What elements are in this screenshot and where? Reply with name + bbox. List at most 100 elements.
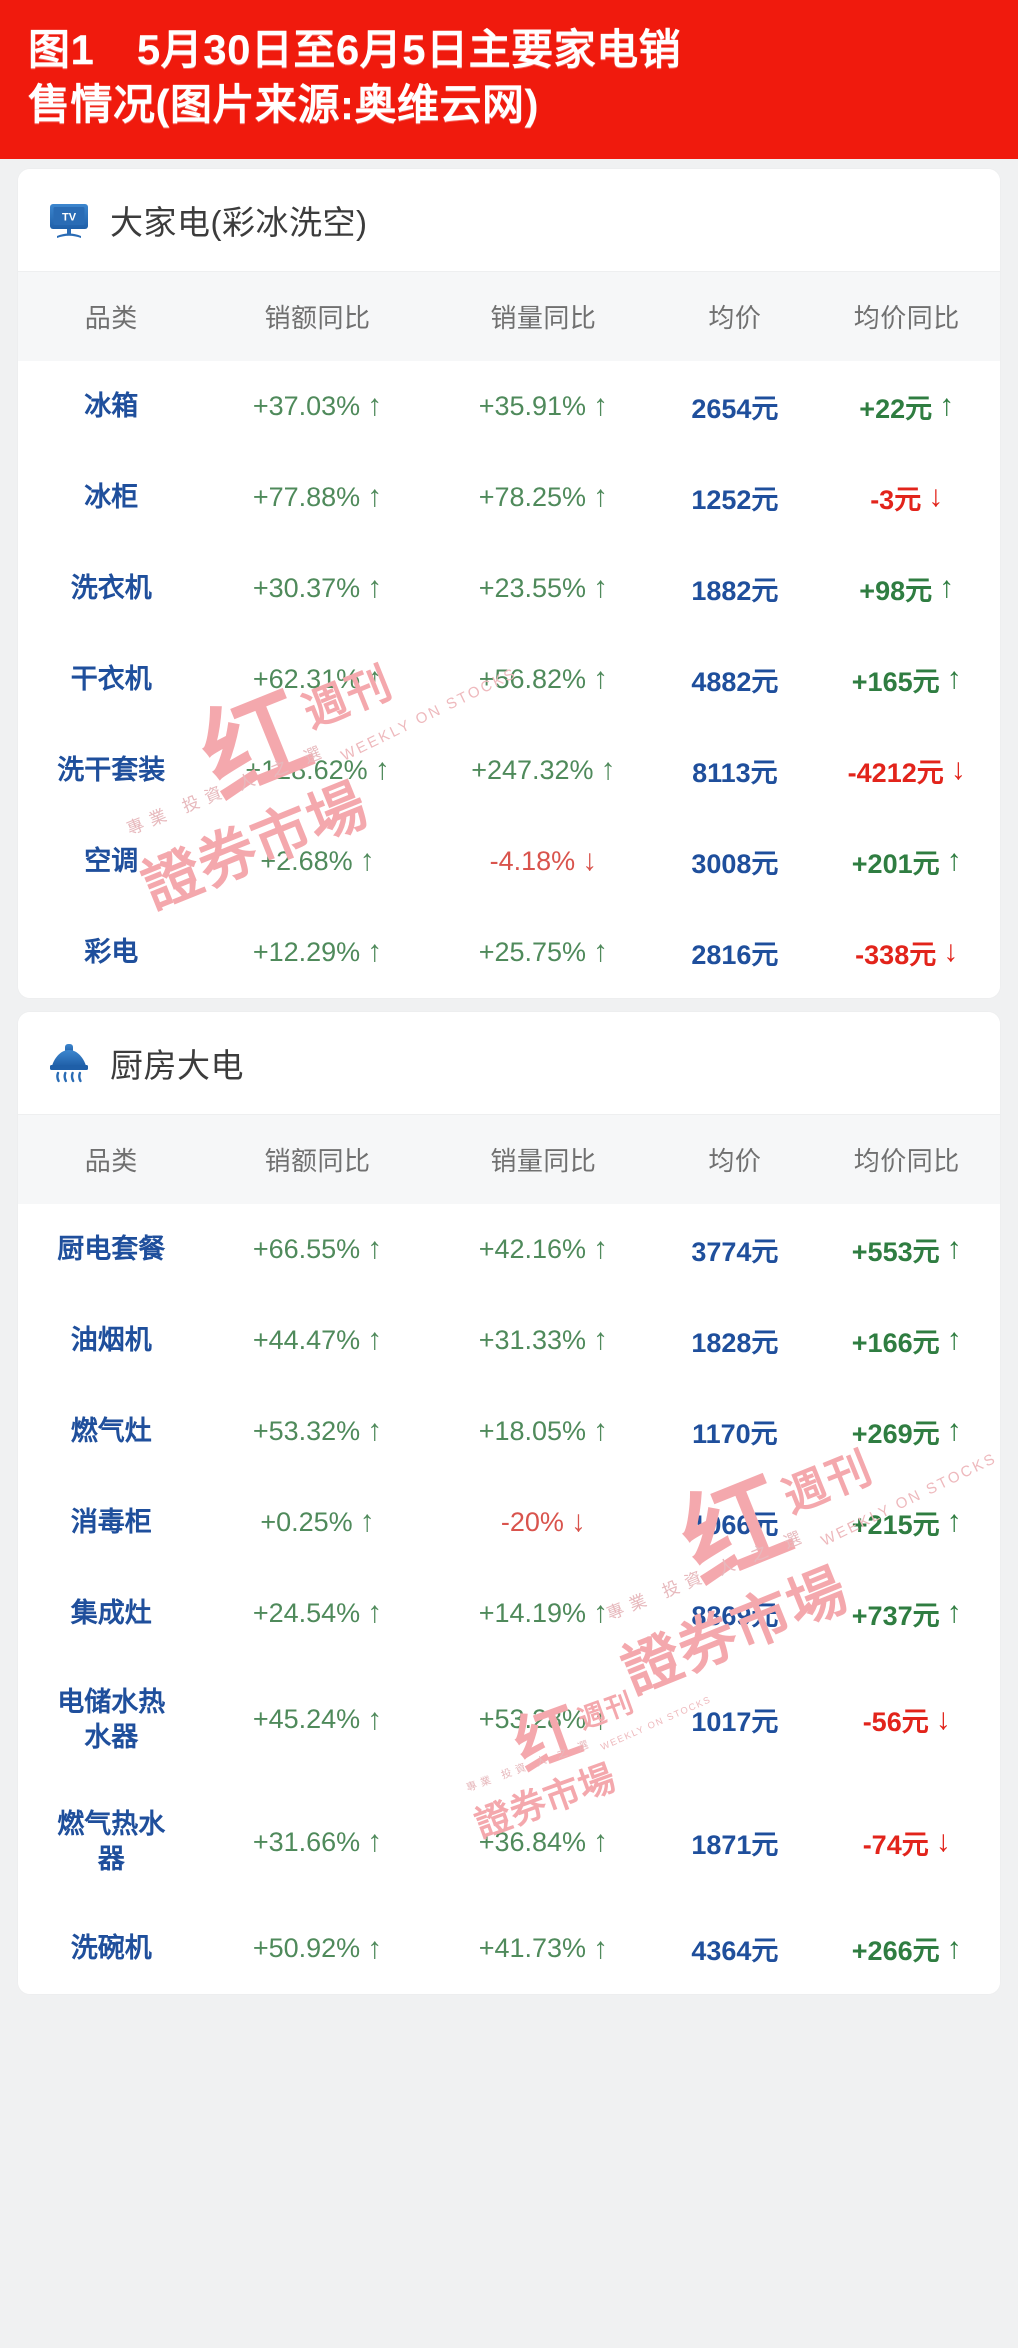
table-row[interactable]: 消毒柜 +0.25% ↑ -20% ↓ 1066元 +215元 ↑ — [18, 1476, 1000, 1568]
arrow-up-icon: ↑ — [946, 1414, 962, 1448]
column-header-avg-price[interactable]: 均价 — [656, 272, 813, 361]
table-row[interactable]: 油烟机 +44.47% ↑ +31.33% ↑ 1828元 +166元 ↑ — [18, 1294, 1000, 1386]
cell-avg-price-yoy: +22元 ↑ — [813, 361, 1000, 452]
cell-avg-price-yoy: +737元 ↑ — [813, 1568, 1000, 1659]
cell-avg-price: 3008元 — [691, 848, 779, 879]
cell-sales-yoy: +66.55% ↑ — [205, 1204, 431, 1295]
arrow-up-icon: ↑ — [359, 1505, 375, 1539]
column-header-sales-yoy[interactable]: 销额同比 — [205, 1115, 431, 1204]
volume-yoy-value: -4.18% — [489, 845, 576, 876]
sales-yoy-value: +77.88% — [252, 481, 361, 512]
range-hood-icon — [44, 1038, 94, 1088]
arrow-down-icon: ↓ — [943, 935, 959, 969]
sales-yoy-value: +12.29% — [252, 936, 361, 967]
table-row[interactable]: 洗干套装 +128.62% ↑ +247.32% ↑ 8113元 -4212元 ↓ — [18, 724, 1000, 816]
column-header-volume-yoy[interactable]: 销量同比 — [430, 272, 656, 361]
table-row[interactable]: 燃气灶 +53.32% ↑ +18.05% ↑ 1170元 +269元 ↑ — [18, 1385, 1000, 1477]
cell-avg-price: 1066元 — [691, 1509, 779, 1540]
arrow-up-icon: ↑ — [374, 753, 390, 787]
avg-price-yoy-value: -56元 — [862, 1707, 929, 1738]
cell-volume-yoy: +53.28% ↑ — [430, 1659, 656, 1781]
arrow-up-icon: ↑ — [593, 1414, 609, 1448]
cell-category: 厨电套餐 — [57, 1233, 166, 1264]
table-row[interactable]: 集成灶 +24.54% ↑ +14.19% ↑ 8869元 +737元 ↑ — [18, 1567, 1000, 1659]
svg-text:TV: TV — [62, 211, 77, 223]
avg-price-yoy-value: +266元 — [851, 1936, 940, 1967]
column-header-avg-price-yoy[interactable]: 均价同比 — [813, 1115, 1000, 1204]
section-header: TV 大家电(彩冰洗空) — [18, 168, 1000, 272]
arrow-up-icon: ↑ — [593, 662, 609, 696]
arrow-up-icon: ↑ — [367, 571, 383, 605]
sales-yoy-value: +53.32% — [252, 1415, 361, 1446]
cell-volume-yoy: +35.91% ↑ — [430, 361, 656, 452]
table-header-row: 品类 销额同比 销量同比 均价 均价同比 — [18, 1114, 1000, 1204]
table-row[interactable]: 冰箱 +37.03% ↑ +35.91% ↑ 2654元 +22元 ↑ — [18, 360, 1000, 452]
arrow-up-icon: ↑ — [367, 1596, 383, 1630]
arrow-up-icon: ↑ — [367, 480, 383, 514]
cell-volume-yoy: +14.19% ↑ — [430, 1568, 656, 1659]
cell-sales-yoy: +31.66% ↑ — [205, 1781, 431, 1903]
cell-category: 电储水热 水器 — [57, 1686, 166, 1752]
avg-price-yoy-value: +737元 — [851, 1600, 940, 1631]
volume-yoy-value: +78.25% — [478, 481, 587, 512]
arrow-up-icon: ↑ — [359, 844, 375, 878]
volume-yoy-value: +41.73% — [478, 1933, 587, 1964]
table-header-row: 品类 销额同比 销量同比 均价 均价同比 — [18, 271, 1000, 361]
sales-yoy-value: +0.25% — [260, 1506, 353, 1537]
column-header-avg-price[interactable]: 均价 — [656, 1115, 813, 1204]
arrow-up-icon: ↑ — [367, 662, 383, 696]
volume-yoy-value: +36.84% — [478, 1826, 587, 1857]
cell-sales-yoy: +0.25% ↑ — [205, 1477, 431, 1568]
volume-yoy-value: -20% — [500, 1506, 564, 1537]
appliance-sales-table: 品类 销额同比 销量同比 均价 均价同比 冰箱 +37.03% ↑ +35.91% ↑ 2654元 +… — [18, 271, 1000, 998]
volume-yoy-value: +23.55% — [478, 572, 587, 603]
cell-volume-yoy: +31.33% ↑ — [430, 1295, 656, 1386]
cell-avg-price: 3774元 — [691, 1236, 779, 1267]
avg-price-yoy-value: -3元 — [870, 484, 922, 515]
cell-category: 洗碗机 — [70, 1933, 152, 1964]
table-row[interactable]: 厨电套餐 +66.55% ↑ +42.16% ↑ 3774元 +553元 ↑ — [18, 1203, 1000, 1295]
table-row[interactable]: 冰柜 +77.88% ↑ +78.25% ↑ 1252元 -3元 ↓ — [18, 451, 1000, 543]
cell-avg-price-yoy: -74元 ↓ — [813, 1781, 1000, 1903]
avg-price-yoy-value: +215元 — [851, 1509, 940, 1540]
cell-category: 燃气热水 器 — [57, 1809, 166, 1875]
table-row[interactable]: 洗碗机 +50.92% ↑ +41.73% ↑ 4364元 +266元 ↑ — [18, 1903, 1000, 1995]
cell-avg-price: 2654元 — [691, 393, 779, 424]
arrow-up-icon: ↑ — [946, 1323, 962, 1357]
cell-category: 彩电 — [84, 936, 139, 967]
cell-volume-yoy: +42.16% ↑ — [430, 1204, 656, 1295]
arrow-up-icon: ↑ — [946, 1505, 962, 1539]
table-row[interactable]: 洗衣机 +30.37% ↑ +23.55% ↑ 1882元 +98元 ↑ — [18, 542, 1000, 634]
cell-category: 消毒柜 — [70, 1506, 152, 1537]
arrow-up-icon: ↑ — [939, 389, 955, 423]
title-banner: 图1 5月30日至6月5日主要家电销 售情况(图片来源:奥维云网) — [0, 0, 1018, 159]
table-row[interactable]: 空调 +2.68% ↑ -4.18% ↓ 3008元 +201元 ↑ — [18, 815, 1000, 907]
column-header-sales-yoy[interactable]: 销额同比 — [205, 272, 431, 361]
page-body: TV 大家电(彩冰洗空) 品类 销额同比 销量同比 均价 均价同比 冰箱 +37.03% ↑ +35… — [0, 159, 1018, 2024]
cell-avg-price: 1252元 — [691, 484, 779, 515]
avg-price-yoy-value: +98元 — [859, 575, 933, 606]
page-title: 图1 5月30日至6月5日主要家电销 售情况(图片来源:奥维云网) — [28, 26, 682, 129]
cell-category: 燃气灶 — [70, 1415, 152, 1446]
appliance-sales-table: 品类 销额同比 销量同比 均价 均价同比厨电套餐 +66.55% ↑ +42.16% ↑ 3774… — [18, 1114, 1000, 1995]
column-header-avg-price-yoy[interactable]: 均价同比 — [813, 272, 1000, 361]
column-header-volume-yoy[interactable]: 销量同比 — [430, 1115, 656, 1204]
sales-yoy-value: +2.68% — [260, 845, 353, 876]
cell-avg-price-yoy: -4212元 ↓ — [813, 725, 1000, 816]
table-row[interactable]: 燃气热水 器 +31.66% ↑ +36.84% ↑ 1871元 -74元 ↓ — [18, 1781, 1000, 1904]
table-row[interactable]: 彩电 +12.29% ↑ +25.75% ↑ 2816元 -338元 ↓ — [18, 906, 1000, 998]
cell-volume-yoy: +41.73% ↑ — [430, 1903, 656, 1994]
cell-sales-yoy: +30.37% ↑ — [205, 543, 431, 634]
table-row[interactable]: 干衣机 +62.31% ↑ +56.82% ↑ 4882元 +165元 ↑ — [18, 633, 1000, 725]
cell-sales-yoy: +37.03% ↑ — [205, 361, 431, 452]
sales-yoy-value: +31.66% — [252, 1826, 361, 1857]
table-row[interactable]: 电储水热 水器 +45.24% ↑ +53.28% ↑ 1017元 -56元 ↓ — [18, 1658, 1000, 1782]
arrow-up-icon: ↑ — [946, 662, 962, 696]
arrow-up-icon: ↑ — [367, 935, 383, 969]
cell-avg-price: 1017元 — [691, 1707, 779, 1738]
sales-yoy-value: +30.37% — [252, 572, 361, 603]
column-header-category[interactable]: 品类 — [18, 272, 205, 361]
cell-avg-price: 1170元 — [692, 1418, 778, 1449]
column-header-category[interactable]: 品类 — [18, 1115, 205, 1204]
arrow-down-icon: ↓ — [950, 753, 966, 787]
